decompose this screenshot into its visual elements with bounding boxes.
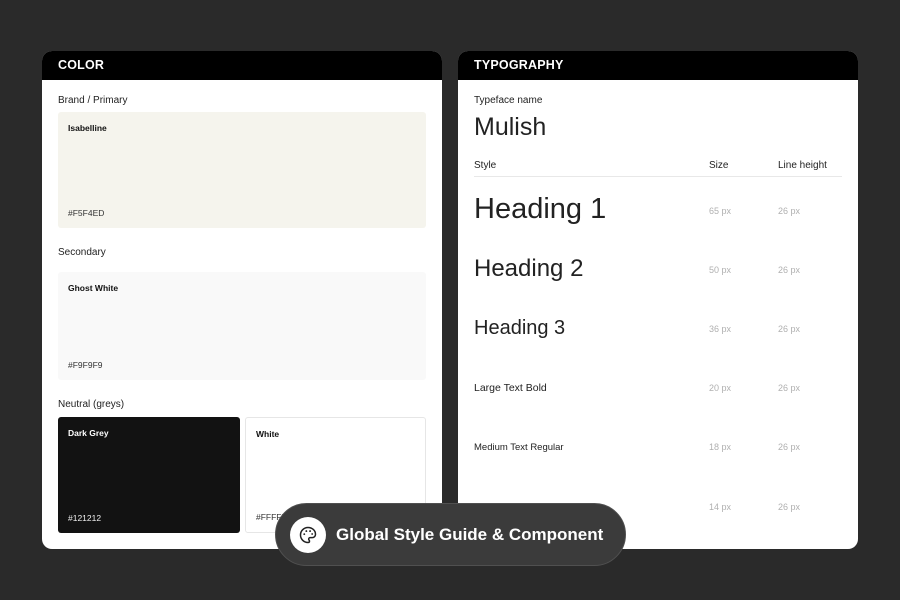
swatch-ghost-white[interactable]: Ghost White #F9F9F9 (58, 272, 426, 380)
type-style-medium-text-regular: Medium Text Regular (474, 442, 564, 453)
column-size: Size (709, 160, 729, 171)
type-size: 36 px (709, 324, 732, 334)
swatch-name: Isabelline (68, 123, 107, 133)
type-line-height: 26 px (778, 383, 801, 393)
color-panel-title: COLOR (42, 51, 442, 80)
typography-panel-title: TYPOGRAPHY (458, 51, 858, 80)
secondary-label: Secondary (58, 247, 106, 258)
column-line-height: Line height (778, 160, 827, 171)
type-line-height: 26 px (778, 206, 801, 216)
swatch-name: White (256, 429, 280, 439)
swatch-hex: #121212 (68, 513, 102, 523)
swatch-hex: #F5F4ED (68, 208, 105, 218)
swatch-dark-grey[interactable]: Dark Grey #121212 (58, 417, 240, 533)
type-style-heading-2: Heading 2 (474, 255, 584, 282)
typeface-label: Typeface name (474, 95, 543, 106)
type-style-heading-1: Heading 1 (474, 193, 607, 225)
type-size: 65 px (709, 206, 732, 216)
type-line-height: 26 px (778, 324, 801, 334)
banner-text: Global Style Guide & Component (336, 524, 604, 544)
color-panel: COLOR Brand / Primary Isabelline #F5F4ED… (42, 51, 442, 549)
typography-panel: TYPOGRAPHY Typeface name Mulish Style Si… (458, 51, 858, 549)
type-size: 50 px (709, 265, 732, 275)
typeface-name: Mulish (474, 113, 547, 141)
brand-primary-label: Brand / Primary (58, 95, 128, 106)
type-line-height: 26 px (778, 265, 801, 275)
swatch-isabelline[interactable]: Isabelline #F5F4ED (58, 112, 426, 228)
swatch-hex: #F9F9F9 (68, 360, 103, 370)
type-size: 14 px (709, 502, 732, 512)
type-size: 18 px (709, 442, 732, 452)
table-divider (474, 176, 842, 177)
neutral-label: Neutral (greys) (58, 399, 125, 410)
type-line-height: 26 px (778, 442, 801, 452)
type-style-heading-3: Heading 3 (474, 317, 566, 339)
type-line-height: 26 px (778, 502, 801, 512)
column-style: Style (474, 160, 497, 171)
swatch-name: Ghost White (68, 283, 119, 293)
global-style-guide-banner: Global Style Guide & Component (275, 503, 626, 566)
palette-icon (290, 516, 326, 553)
swatch-name: Dark Grey (68, 428, 109, 438)
type-size: 20 px (709, 383, 732, 393)
type-style-large-text-bold: Large Text Bold (474, 382, 547, 394)
